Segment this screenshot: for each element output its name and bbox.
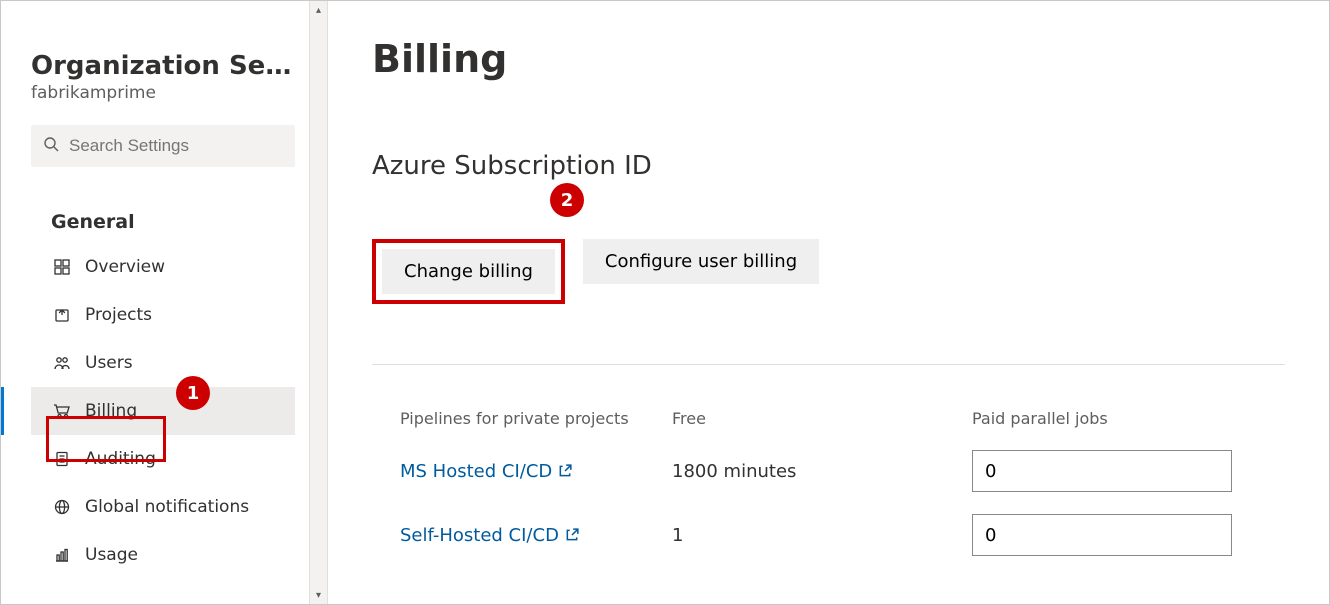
self-hosted-link[interactable]: Self-Hosted CI/CD (400, 525, 579, 546)
nav-label: Projects (85, 305, 152, 325)
org-title: Organization Settin… (31, 21, 295, 81)
divider (372, 364, 1285, 365)
free-value: 1800 minutes (672, 461, 972, 482)
configure-user-billing-button[interactable]: Configure user billing (583, 239, 819, 284)
sidebar-item-projects[interactable]: Projects (31, 291, 295, 339)
scroll-down-icon[interactable]: ▾ (310, 586, 327, 604)
nav-label: Auditing (85, 449, 156, 469)
link-label: MS Hosted CI/CD (400, 461, 552, 482)
overview-icon (51, 259, 73, 275)
nav-label: Usage (85, 545, 138, 565)
sidebar-item-usage[interactable]: Usage (31, 531, 295, 579)
sidebar-item-overview[interactable]: Overview (31, 243, 295, 291)
annotation-highlight-change-billing: Change billing (372, 239, 565, 304)
sidebar-item-global-notifications[interactable]: Global notifications (31, 483, 295, 531)
annotation-callout-2: 2 (550, 183, 584, 217)
users-icon (51, 355, 73, 371)
nav-label: Users (85, 353, 133, 373)
external-link-icon (565, 528, 579, 542)
sidebar-scrollbar[interactable]: ▴ ▾ (309, 1, 327, 604)
paid-jobs-input-self[interactable] (972, 514, 1232, 556)
sidebar-item-billing[interactable]: Billing (31, 387, 295, 435)
search-icon (43, 136, 69, 156)
col-header-free: Free (672, 409, 972, 428)
search-input-wrap[interactable] (31, 125, 295, 167)
ms-hosted-link[interactable]: MS Hosted CI/CD (400, 461, 572, 482)
scroll-up-icon[interactable]: ▴ (310, 1, 327, 19)
sidebar: Organization Settin… fabrikamprime Gener… (1, 1, 328, 604)
col-header-paid: Paid parallel jobs (972, 409, 1242, 428)
projects-icon (51, 307, 73, 323)
layout: Organization Settin… fabrikamprime Gener… (1, 1, 1329, 604)
table-row: Self-Hosted CI/CD 1 (372, 514, 1285, 556)
nav-label: Billing (85, 401, 137, 421)
app-window: Organization Settin… fabrikamprime Gener… (0, 0, 1330, 605)
usage-icon (51, 547, 73, 563)
col-header-pipelines: Pipelines for private projects (372, 409, 672, 428)
nav-label: Global notifications (85, 497, 249, 517)
auditing-icon (51, 451, 73, 467)
org-subtitle: fabrikamprime (31, 83, 295, 103)
sidebar-item-auditing[interactable]: Auditing (31, 435, 295, 483)
page-title: Billing (372, 37, 1285, 81)
pipelines-table: Pipelines for private projects Free Paid… (372, 409, 1285, 556)
link-label: Self-Hosted CI/CD (400, 525, 559, 546)
table-header: Pipelines for private projects Free Paid… (372, 409, 1285, 428)
paid-jobs-input-ms[interactable] (972, 450, 1232, 492)
table-row: MS Hosted CI/CD 1800 minutes (372, 450, 1285, 492)
billing-buttons-row: 2 Change billing Configure user billing (372, 239, 1285, 304)
billing-icon (51, 403, 73, 419)
search-input[interactable] (69, 136, 283, 156)
notifications-icon (51, 499, 73, 515)
annotation-callout-1: 1 (176, 376, 210, 410)
sidebar-item-users[interactable]: Users (31, 339, 295, 387)
nav-list: Overview Projects Users Billing Auditing (31, 243, 295, 579)
main-content: Billing Azure Subscription ID 2 Change b… (328, 1, 1329, 604)
free-value: 1 (672, 525, 972, 546)
sidebar-inner: Organization Settin… fabrikamprime Gener… (1, 21, 309, 579)
change-billing-button[interactable]: Change billing (382, 249, 555, 294)
external-link-icon (558, 464, 572, 478)
section-general-label: General (31, 211, 295, 233)
nav-label: Overview (85, 257, 165, 277)
subscription-heading: Azure Subscription ID (372, 151, 1285, 181)
